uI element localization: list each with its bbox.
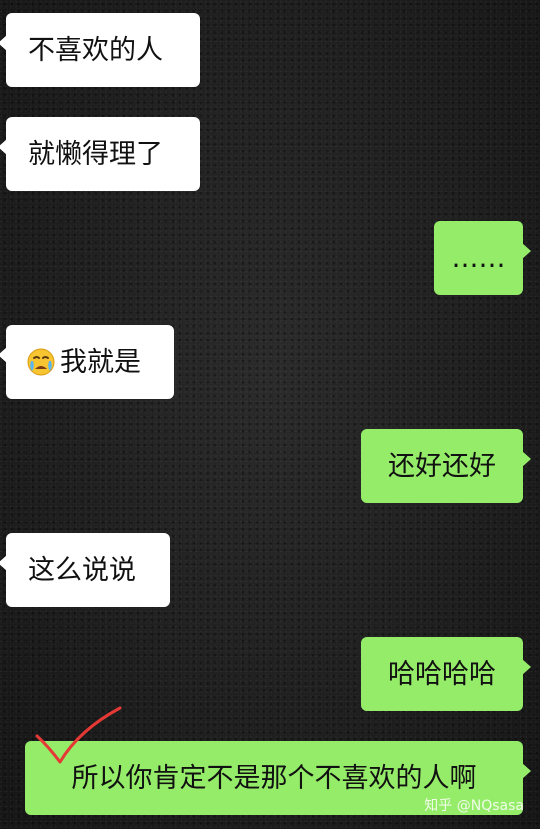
chat-screen: { "messages": [ {"side": "in", "text": "… — [0, 0, 540, 829]
outgoing-message-bubble[interactable]: …… — [434, 221, 531, 295]
incoming-message-bubble[interactable]: 不喜欢的人 — [0, 13, 200, 87]
message-text: 还好还好 — [388, 450, 496, 482]
message-text: 哈哈哈哈 — [388, 658, 496, 690]
watermark: 知乎 @NQsasa — [424, 798, 524, 814]
message-text: 就懒得理了 — [28, 138, 163, 170]
message-text: 我就是 — [60, 346, 141, 378]
message-text: 不喜欢的人 — [28, 34, 163, 66]
incoming-message-bubble[interactable]: 就懒得理了 — [0, 117, 200, 191]
incoming-message-bubble[interactable]: 这么说说 — [0, 533, 170, 607]
crying-face-emoji-icon — [27, 348, 55, 376]
outgoing-message-bubble[interactable]: 还好还好 — [361, 429, 531, 503]
incoming-message-bubble[interactable]: 我就是 — [0, 325, 174, 399]
red-check-mark-icon — [35, 706, 122, 764]
message-text: …… — [451, 242, 506, 274]
outgoing-message-bubble[interactable]: 哈哈哈哈 — [361, 637, 531, 711]
message-text: 所以你肯定不是那个不喜欢的人啊 — [71, 762, 477, 794]
message-text: 这么说说 — [28, 554, 136, 586]
